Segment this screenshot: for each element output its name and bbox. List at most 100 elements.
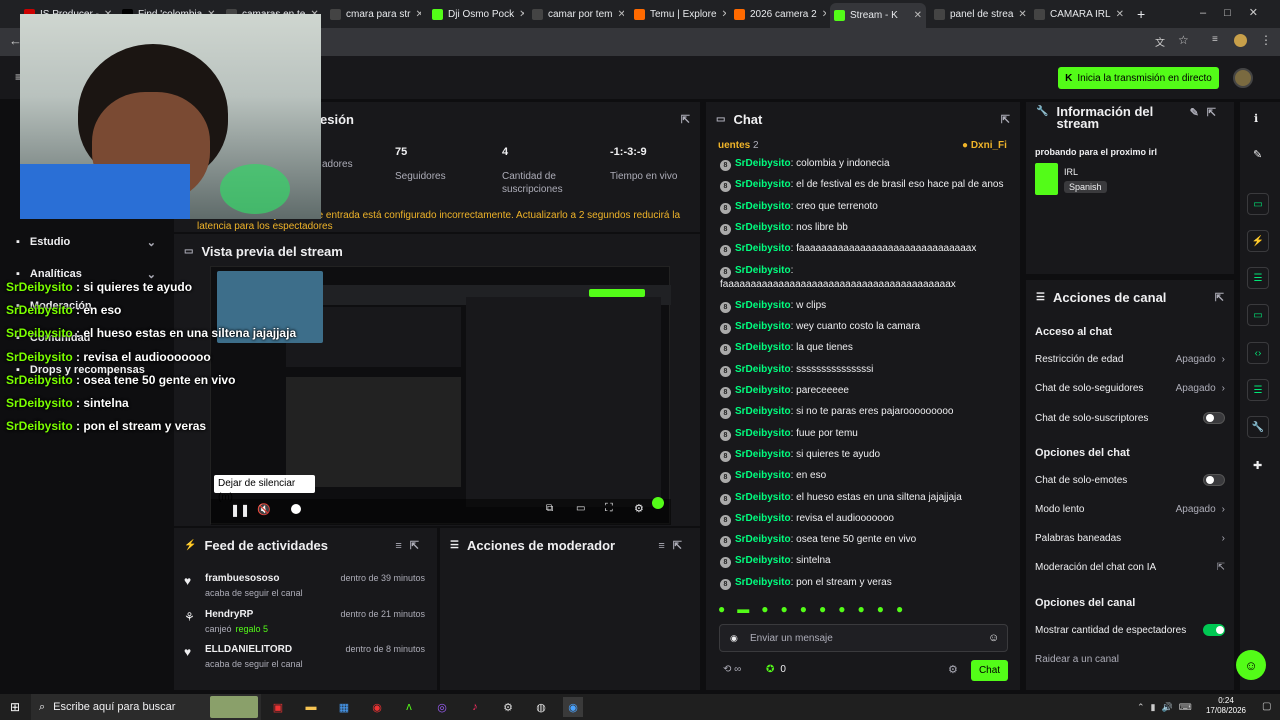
chat-username[interactable]: SrDeibysito <box>735 428 791 439</box>
browser-tab[interactable]: Stream - K ✕ <box>830 3 926 28</box>
age-restriction-row[interactable]: Restricción de edad Apagado › <box>1035 354 1225 365</box>
browser-tab[interactable]: camar por tem ✕ <box>528 4 624 24</box>
settings-icon[interactable]: ⚙ <box>498 697 518 717</box>
edit-popout-icons[interactable]: ✎⇱ <box>1190 106 1224 119</box>
emotes-only-toggle[interactable] <box>1203 474 1225 486</box>
banned-words-row[interactable]: Palabras baneadas › <box>1035 533 1225 544</box>
close-icon[interactable]: ✕ <box>1018 9 1026 20</box>
store-icon[interactable]: ▦ <box>334 697 354 717</box>
chat-username[interactable]: SrDeibysito <box>735 385 791 396</box>
browser-tab[interactable]: Temu | Explore ✕ <box>630 4 726 24</box>
followers-only-row[interactable]: Chat de solo-seguidores Apagado › <box>1035 383 1225 394</box>
pause-icon[interactable]: ❚❚ <box>230 503 250 517</box>
rail-wrench-icon[interactable]: 🔧 <box>1247 416 1269 438</box>
theater-icon[interactable]: ▭ <box>576 503 585 514</box>
filter-popout-icons[interactable]: ≡⇱ <box>395 539 427 552</box>
profile-avatar[interactable] <box>1234 34 1247 47</box>
emoji-icon[interactable]: ☺ <box>988 632 999 644</box>
close-icon[interactable]: ✕ <box>519 9 524 20</box>
pencil-icon[interactable]: ✎ <box>1253 148 1262 161</box>
show-viewers-toggle[interactable] <box>1203 624 1225 636</box>
pinned-user[interactable]: ● Dxni_Fi <box>962 140 1007 151</box>
obs-icon[interactable]: ◍ <box>531 697 551 717</box>
rail-list-icon[interactable]: ☰ <box>1247 267 1269 289</box>
chat-username[interactable]: SrDeibysito <box>735 243 791 254</box>
chat-username[interactable]: SrDeibysito <box>735 300 791 311</box>
popout-icon[interactable]: ⇱ <box>681 113 690 126</box>
raid-row[interactable]: Raidear a un canal <box>1035 654 1225 665</box>
emote-bar[interactable]: ●▬●●●●●●●● <box>718 602 1008 620</box>
subs-only-toggle[interactable] <box>1203 412 1225 424</box>
chat-username[interactable]: SrDeibysito <box>735 265 791 276</box>
slow-mode-row[interactable]: Modo lento Apagado › <box>1035 504 1225 515</box>
browser-menu-icon[interactable]: ⋮ <box>1260 33 1272 47</box>
rail-add-icon[interactable]: ✚ <box>1253 459 1262 472</box>
tiktok-icon[interactable]: ♪ <box>465 697 485 717</box>
chat-username[interactable]: SrDeibysito <box>735 577 791 588</box>
chat-username[interactable]: SrDeibysito <box>735 222 791 233</box>
file-explorer-icon[interactable]: ▬ <box>301 697 321 717</box>
chat-settings-gear-icon[interactable]: ⚙ <box>948 663 958 676</box>
bookmark-star-icon[interactable]: ☆ <box>1178 33 1189 47</box>
chrome-active-icon[interactable]: ◉ <box>563 697 583 717</box>
settings-gear-icon[interactable]: ⚙ <box>634 502 644 515</box>
rail-sliders-icon[interactable]: ☰ <box>1247 379 1269 401</box>
chat-username[interactable]: SrDeibysito <box>735 321 791 332</box>
extensions-icon[interactable]: ≡ <box>1212 34 1218 45</box>
rail-code-icon[interactable]: ‹› <box>1247 342 1269 364</box>
chrome-icon[interactable]: ◉ <box>367 697 387 717</box>
close-icon[interactable]: ✕ <box>1116 9 1126 20</box>
pinned-bar[interactable]: uentes 2 <box>718 140 759 151</box>
app-icon-1[interactable]: ▣ <box>268 697 288 717</box>
window-controls[interactable]: –□✕ <box>1200 6 1276 19</box>
chat-username[interactable]: SrDeibysito <box>735 470 791 481</box>
chat-username[interactable]: SrDeibysito <box>735 201 791 212</box>
tray-icons[interactable]: ⌃▮🔊⌨ <box>1137 702 1198 713</box>
translate-icon[interactable]: 文 <box>1155 34 1165 49</box>
rail-bolt-icon[interactable]: ⚡ <box>1247 230 1269 252</box>
browser-tab[interactable]: cmara para str ✕ <box>326 4 421 24</box>
muted-speaker-icon[interactable]: 🔇 <box>257 503 271 516</box>
left-nav-item[interactable]: ▪ Estudio ⌄ <box>16 236 156 249</box>
chat-username[interactable]: SrDeibysito <box>735 158 791 169</box>
kick-icon[interactable]: ʌ <box>399 697 419 717</box>
support-button[interactable]: ☺ <box>1236 650 1266 680</box>
popout-icon[interactable]: ⇱ <box>1001 113 1010 126</box>
discord-icon[interactable]: ◎ <box>432 697 452 717</box>
chat-username[interactable]: SrDeibysito <box>735 179 791 190</box>
chat-username[interactable]: SrDeibysito <box>735 406 791 417</box>
notifications-icon[interactable]: ▢ <box>1262 701 1271 712</box>
channel-points[interactable]: ✪ 0 <box>766 664 786 675</box>
info-icon[interactable]: ℹ <box>1254 112 1258 125</box>
volume-slider-thumb[interactable] <box>291 504 301 514</box>
fullscreen-icon[interactable]: ⛶ <box>605 502 613 515</box>
rail-preview-icon[interactable]: ▭ <box>1247 193 1269 215</box>
browser-tab[interactable]: panel de strea ✕ <box>930 4 1026 24</box>
chat-username[interactable]: SrDeibysito <box>735 534 791 545</box>
filter-popout-icons[interactable]: ≡⇱ <box>658 539 690 552</box>
popout-icon[interactable]: ⇱ <box>1215 291 1224 304</box>
chat-username[interactable]: SrDeibysito <box>735 364 791 375</box>
infinity-icon[interactable]: ⟲ ∞ <box>723 664 741 675</box>
new-tab-button[interactable]: + <box>1137 6 1145 22</box>
pip-icon[interactable]: ⧉ <box>546 503 553 514</box>
chat-input[interactable]: ◉ Enviar un mensaje ☺ <box>719 624 1008 652</box>
clock[interactable]: 0:24 17/08/2026 <box>1198 696 1254 716</box>
go-live-button[interactable]: K Inicia la transmisión en directo <box>1058 67 1219 89</box>
close-icon[interactable]: ✕ <box>822 9 826 20</box>
browser-tab[interactable]: Dji Osmo Pock ✕ <box>428 4 524 24</box>
chat-username[interactable]: SrDeibysito <box>735 492 791 503</box>
close-icon[interactable]: ✕ <box>914 10 926 21</box>
chat-username[interactable]: SrDeibysito <box>735 449 791 460</box>
rail-chat-icon[interactable]: ▭ <box>1247 304 1269 326</box>
chat-username[interactable]: SrDeibysito <box>735 342 791 353</box>
close-icon[interactable]: ✕ <box>722 9 726 20</box>
user-avatar[interactable] <box>1233 68 1253 88</box>
browser-tab[interactable]: CAMARA IRL ✕ <box>1030 4 1126 24</box>
chat-username[interactable]: SrDeibysito <box>735 555 791 566</box>
close-icon[interactable]: ✕ <box>617 9 624 20</box>
windows-start-icon[interactable]: ⊞ <box>10 700 20 714</box>
close-icon[interactable]: ✕ <box>415 9 421 20</box>
send-chat-button[interactable]: Chat <box>971 660 1008 681</box>
browser-tab[interactable]: 2026 camera 2 ✕ <box>730 4 826 24</box>
